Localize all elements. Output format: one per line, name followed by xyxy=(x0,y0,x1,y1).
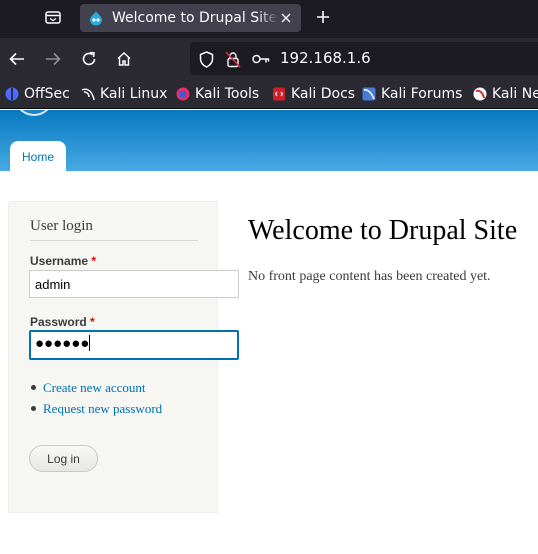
forward-arrow-icon[interactable] xyxy=(41,47,65,71)
key-icon[interactable] xyxy=(252,50,270,68)
required-mark: * xyxy=(90,315,95,329)
site-header: Home xyxy=(0,110,538,172)
insecure-lock-icon[interactable] xyxy=(224,50,242,68)
reload-icon[interactable] xyxy=(77,47,101,71)
bookmark-offsec[interactable]: OffSec xyxy=(5,85,70,103)
drupal-favicon-icon xyxy=(90,11,102,26)
page-title: Welcome to Drupal Site xyxy=(248,215,518,246)
password-field[interactable]: ●●●●●● xyxy=(29,330,239,360)
tab-title: Welcome to Drupal Site | Drupal xyxy=(112,10,278,26)
browser-tab-bar: Welcome to Drupal Site | Drupal xyxy=(0,0,538,38)
user-login-block: User login Username * admin Password * ●… xyxy=(8,201,239,513)
request-password-link[interactable]: Request new password xyxy=(31,398,162,419)
kali-tools-icon xyxy=(176,87,190,101)
bookmarks-toolbar: OffSec Kali Linux Kali Tools Kali Docs K… xyxy=(0,79,538,109)
bookmark-kali-nethunter[interactable]: Kali NetHunter xyxy=(473,85,538,103)
required-mark: * xyxy=(91,254,97,268)
bullet-icon xyxy=(31,385,36,390)
create-account-link[interactable]: Create new account xyxy=(31,377,162,398)
close-tab-icon[interactable] xyxy=(277,9,295,27)
back-arrow-icon[interactable] xyxy=(5,47,29,71)
divider xyxy=(30,240,198,241)
log-in-button[interactable]: Log in xyxy=(29,445,98,472)
bookmark-kali-docs[interactable]: Kali Docs xyxy=(272,85,355,103)
address-bar[interactable]: 192.168.1.6 xyxy=(190,42,538,75)
kali-dragon-icon xyxy=(81,88,95,101)
web-page: Home User login Username * admin Passwor… xyxy=(0,110,538,554)
nav-home-tab[interactable]: Home xyxy=(10,141,66,172)
shield-icon[interactable] xyxy=(197,50,215,68)
bookmark-kali-forums[interactable]: Kali Forums xyxy=(362,85,462,103)
username-label: Username * xyxy=(30,254,97,268)
offsec-icon xyxy=(5,87,19,101)
new-tab-icon[interactable] xyxy=(312,6,334,28)
kali-docs-icon xyxy=(273,87,285,101)
bookmark-kali-tools[interactable]: Kali Tools xyxy=(176,85,259,103)
front-page-message: No front page content has been created y… xyxy=(248,269,491,284)
kali-forums-icon xyxy=(362,87,376,101)
bookmark-kali-linux[interactable]: Kali Linux xyxy=(81,85,167,103)
url-text: 192.168.1.6 xyxy=(280,49,371,67)
browser-navigation-bar: 192.168.1.6 xyxy=(0,38,538,79)
username-field[interactable]: admin xyxy=(29,270,239,298)
tab-overview-icon[interactable] xyxy=(40,6,66,28)
home-icon[interactable] xyxy=(112,47,136,71)
password-label: Password * xyxy=(30,315,95,329)
block-title: User login xyxy=(30,218,93,234)
drupal-logo-icon[interactable] xyxy=(14,110,54,116)
bullet-icon xyxy=(31,406,36,411)
text-cursor xyxy=(89,335,91,351)
login-links: Create new account Request new password xyxy=(31,377,162,419)
browser-tab[interactable]: Welcome to Drupal Site | Drupal xyxy=(80,4,301,32)
kali-nethunter-icon xyxy=(473,87,487,101)
